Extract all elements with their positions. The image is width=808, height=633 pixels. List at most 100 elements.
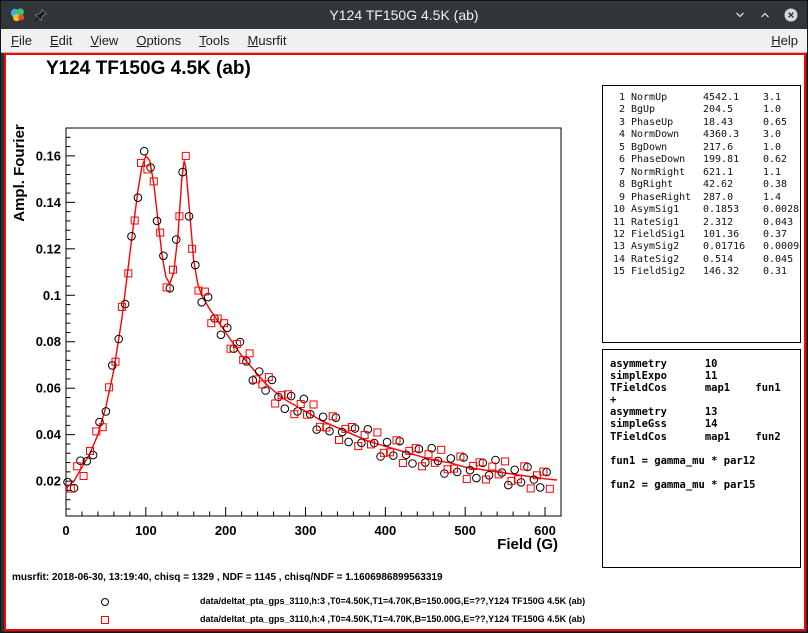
param-number: 3 [607, 117, 625, 129]
menu-options[interactable]: Options [127, 29, 190, 52]
legend-marker-circle [101, 598, 109, 606]
param-number: 10 [607, 204, 625, 216]
data-point-circle [473, 474, 481, 482]
data-point-square [546, 485, 553, 492]
x-tick-label: 100 [135, 523, 157, 538]
param-name: BgDown [631, 142, 697, 154]
legend: data/deltat_pta_gps_3110,h:3 ,T0=4.50K,T… [6, 593, 606, 629]
close-button[interactable] [783, 7, 799, 23]
menu-view[interactable]: View [81, 29, 127, 52]
param-row: 14RateSig20.5140.045 [607, 254, 800, 266]
data-point-square [170, 266, 177, 273]
x-tick-label: 0 [62, 523, 69, 538]
param-name: FieldSig2 [631, 266, 697, 278]
data-point-circle [172, 236, 180, 244]
data-point-circle [217, 331, 225, 339]
data-point-square [361, 431, 368, 438]
data-point-square [502, 458, 509, 465]
window-controls [733, 7, 799, 23]
param-error: 0.62 [763, 154, 800, 166]
h4-squares [67, 152, 553, 492]
param-row: 3PhaseUp18.430.65 [607, 117, 800, 129]
param-value: 4360.3 [703, 129, 757, 141]
data-point-square [438, 446, 445, 453]
data-point-square [374, 429, 381, 436]
param-error: 3.0 [763, 129, 800, 141]
menu-edit[interactable]: Edit [41, 29, 81, 52]
data-point-square [463, 476, 470, 483]
theory-line: simpleGss 14 [610, 418, 800, 430]
plot-frame [66, 128, 561, 516]
data-point-square [182, 152, 189, 159]
param-name: AsymSig1 [631, 204, 697, 216]
data-point-circle [140, 147, 148, 155]
data-point-square [80, 473, 87, 480]
param-row: 10AsymSig10.18530.0028 [607, 204, 800, 216]
y-tick-label: 0.08 [36, 334, 61, 349]
fit-stats-line: musrfit: 2018-06-30, 13:19:40, chisq = 1… [12, 572, 443, 583]
param-row: 15FieldSig2146.320.31 [607, 266, 800, 278]
plot-area[interactable]: 01002003004005006000.020.040.060.080.10.… [6, 55, 598, 567]
data-point-circle [319, 413, 327, 421]
param-row: 12FieldSig1101.360.37 [607, 229, 800, 241]
param-name: RateSig1 [631, 217, 697, 229]
param-number: 14 [607, 254, 625, 266]
menubar: FileEditViewOptionsToolsMusrfit Help [1, 29, 807, 53]
param-error: 0.65 [763, 117, 800, 129]
legend-label: data/deltat_pta_gps_3110,h:3 ,T0=4.50K,T… [200, 596, 585, 606]
data-point-square [527, 485, 534, 492]
titlebar[interactable]: Y124 TF150G 4.5K (ab) [1, 1, 807, 29]
param-name: BgRight [631, 179, 697, 191]
menu-file[interactable]: File [2, 29, 41, 52]
data-point-square [74, 463, 81, 470]
data-point-circle [255, 368, 263, 376]
param-error: 0.37 [763, 229, 800, 241]
theory-line: TFieldCos map1 fun1 [610, 382, 800, 394]
menu-tools[interactable]: Tools [190, 29, 238, 52]
param-name: BgUp [631, 104, 697, 116]
param-error: 1.0 [763, 142, 800, 154]
legend-label: data/deltat_pta_gps_3110,h:4 ,T0=4.50K,T… [200, 614, 585, 624]
data-point-square [246, 350, 253, 357]
theory-line: asymmetry 10 [610, 358, 800, 370]
param-row: 7NormRight621.11.1 [607, 167, 800, 179]
param-name: PhaseDown [631, 154, 697, 166]
y-tick-label: 0.02 [36, 474, 61, 489]
param-name: FieldSig1 [631, 229, 697, 241]
app-icon[interactable] [9, 6, 27, 24]
param-number: 4 [607, 129, 625, 141]
y-tick-label: 0.06 [36, 381, 61, 396]
theory-line: fun1 = gamma_mu * par12 [610, 455, 800, 467]
window-title: Y124 TF150G 4.5K (ab) [329, 7, 478, 23]
x-tick-label: 300 [295, 523, 317, 538]
param-name: AsymSig2 [631, 241, 697, 253]
param-value: 204.5 [703, 104, 757, 116]
root-canvas[interactable]: Y124 TF150G 4.5K (ab) 010020030040050060… [4, 53, 806, 631]
param-value: 4542.1 [703, 92, 757, 104]
param-number: 15 [607, 266, 625, 278]
menu-help[interactable]: Help [762, 29, 807, 52]
param-name: NormRight [631, 167, 697, 179]
data-point-square [310, 401, 317, 408]
theory-line: asymmetry 13 [610, 406, 800, 418]
maximize-button[interactable] [758, 8, 772, 22]
musrview-window: Y124 TF150G 4.5K (ab) FileEditViewOption… [0, 0, 808, 633]
param-value: 42.62 [703, 179, 757, 191]
data-point-circle [447, 455, 455, 463]
param-value: 621.1 [703, 167, 757, 179]
y-tick-label: 0.12 [36, 241, 61, 256]
param-error: 1.4 [763, 192, 800, 204]
theory-line [610, 467, 800, 479]
param-row: 13AsymSig20.017160.00098 [607, 241, 800, 253]
data-point-square [336, 437, 343, 444]
pin-icon[interactable] [33, 8, 48, 23]
param-error: 1.1 [763, 167, 800, 179]
menu-musrfit[interactable]: Musrfit [239, 29, 296, 52]
y-tick-label: 0.04 [36, 427, 62, 442]
minimize-button[interactable] [733, 8, 747, 22]
param-error: 0.38 [763, 179, 800, 191]
param-error: 0.043 [763, 217, 800, 229]
param-value: 0.01716 [703, 241, 757, 253]
x-tick-label: 500 [454, 523, 476, 538]
data-point-circle [185, 213, 193, 221]
